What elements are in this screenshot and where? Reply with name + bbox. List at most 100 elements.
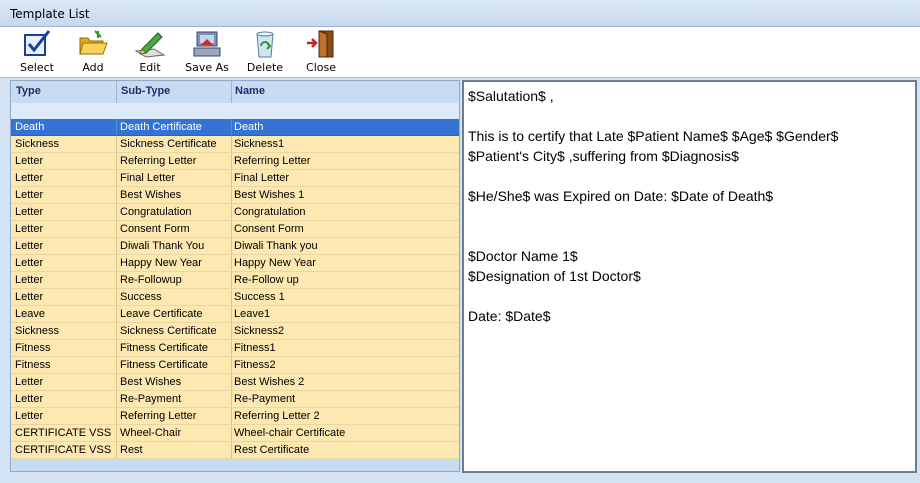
edit-button[interactable]: Edit xyxy=(125,27,175,77)
cell-divider xyxy=(116,170,117,186)
table-row[interactable]: Letter Consent Form Consent Form xyxy=(11,221,459,238)
cell-divider xyxy=(231,170,232,186)
preview-line: This is to certify that Late $Patient Na… xyxy=(468,128,839,144)
delete-button[interactable]: Delete xyxy=(240,27,290,77)
cell-subtype: Success xyxy=(120,291,162,303)
cell-divider xyxy=(231,442,232,458)
cell-type: Sickness xyxy=(15,325,60,337)
cell-divider xyxy=(231,238,232,254)
table-row[interactable]: Letter Referring Letter Referring Letter 2 xyxy=(11,408,459,425)
cell-type: Letter xyxy=(15,189,44,201)
table-row[interactable]: Sickness Sickness Certificate Sickness1 xyxy=(11,136,459,153)
cell-subtype: Best Wishes xyxy=(120,189,182,201)
column-header-name[interactable]: Name xyxy=(235,85,265,97)
cell-subtype: Final Letter xyxy=(120,172,176,184)
table-row[interactable]: Leave Leave Certificate Leave1 xyxy=(11,306,459,323)
cell-divider xyxy=(231,204,232,220)
grid-rows: Death Death Certificate Death Sickness Sickn… xyxy=(11,119,459,459)
table-row[interactable]: CERTIFICATE VSS Rest Rest Certificate xyxy=(11,442,459,459)
cell-name: Re-Follow up xyxy=(234,274,299,286)
add-label: Add xyxy=(82,61,104,74)
table-row[interactable]: CERTIFICATE VSS Wheel-Chair Wheel-chair Ce… xyxy=(11,425,459,442)
recycle-bin-icon xyxy=(256,31,274,58)
table-row[interactable]: Letter Best Wishes Best Wishes 1 xyxy=(11,187,459,204)
cell-divider xyxy=(116,391,117,407)
table-row[interactable]: Letter Happy New Year Happy New Year xyxy=(11,255,459,272)
table-row[interactable]: Letter Best Wishes Best Wishes 2 xyxy=(11,374,459,391)
table-row[interactable]: Letter Success Success 1 xyxy=(11,289,459,306)
cell-divider xyxy=(231,306,232,322)
cell-subtype: Sickness Certificate xyxy=(120,325,217,337)
cell-divider xyxy=(231,323,232,339)
cell-subtype: Sickness Certificate xyxy=(120,138,217,150)
cell-type: Letter xyxy=(15,223,44,235)
cell-divider xyxy=(116,221,117,237)
table-row[interactable]: Sickness Sickness Certificate Sickness2 xyxy=(11,323,459,340)
cell-divider xyxy=(231,408,232,424)
table-row[interactable]: Letter Diwali Thank You Diwali Thank you xyxy=(11,238,459,255)
save-as-button[interactable]: Save As xyxy=(182,27,232,77)
column-divider[interactable] xyxy=(231,81,232,103)
cell-name: Success 1 xyxy=(234,291,285,303)
add-button[interactable]: Add xyxy=(68,27,118,77)
cell-subtype: Re-Payment xyxy=(120,393,182,405)
cell-subtype: Fitness Certificate xyxy=(120,359,209,371)
delete-label: Delete xyxy=(246,61,284,74)
table-row[interactable]: Letter Final Letter Final Letter xyxy=(11,170,459,187)
cell-type: Letter xyxy=(15,155,44,167)
cell-divider xyxy=(116,306,117,322)
cell-divider xyxy=(116,323,117,339)
table-row[interactable]: Fitness Fitness Certificate Fitness2 xyxy=(11,357,459,374)
cell-name: Rest Certificate xyxy=(234,444,310,456)
cell-name: Diwali Thank you xyxy=(234,240,318,252)
cell-type: CERTIFICATE VSS xyxy=(15,444,112,456)
cell-subtype: Happy New Year xyxy=(120,257,202,269)
cell-name: Fitness2 xyxy=(234,359,276,371)
cell-divider xyxy=(231,221,232,237)
filter-row[interactable] xyxy=(11,103,459,120)
table-row[interactable]: Letter Referring Letter Referring Letter xyxy=(11,153,459,170)
cell-type: Leave xyxy=(15,308,45,320)
cell-divider xyxy=(231,374,232,390)
cell-divider xyxy=(116,153,117,169)
cell-subtype: Leave Certificate xyxy=(120,308,203,320)
cell-divider xyxy=(231,425,232,441)
cell-name: Sickness1 xyxy=(234,138,285,150)
pencil-edit-icon xyxy=(134,32,166,58)
column-header-subtype[interactable]: Sub-Type xyxy=(121,85,170,97)
cell-subtype: Diwali Thank You xyxy=(120,240,205,252)
cell-type: Letter xyxy=(15,291,44,303)
column-header-type[interactable]: Type xyxy=(16,85,41,97)
cell-divider xyxy=(116,340,117,356)
cell-name: Fitness1 xyxy=(234,342,276,354)
template-preview[interactable]: $Salutation$ , This is to certify that L… xyxy=(462,80,917,473)
preview-line: Date: $Date$ xyxy=(468,308,551,324)
column-divider[interactable] xyxy=(116,81,117,103)
cell-subtype: Death Certificate xyxy=(120,121,202,133)
cell-divider xyxy=(116,374,117,390)
table-row[interactable]: Death Death Certificate Death xyxy=(11,119,459,136)
window-title: Template List xyxy=(10,7,90,21)
preview-line: $Doctor Name 1$ xyxy=(468,248,578,264)
cell-type: Letter xyxy=(15,206,44,218)
close-button[interactable]: Close xyxy=(296,27,346,77)
table-row[interactable]: Fitness Fitness Certificate Fitness1 xyxy=(11,340,459,357)
cell-name: Best Wishes 1 xyxy=(234,189,305,201)
cell-divider xyxy=(231,255,232,271)
cell-type: Death xyxy=(15,121,45,133)
cell-name: Referring Letter xyxy=(234,155,311,167)
cell-divider xyxy=(116,119,117,135)
table-row[interactable]: Letter Congratulation Congratulation xyxy=(11,204,459,221)
cell-divider xyxy=(231,272,232,288)
preview-line: $Patient's City$ ,suffering from $Diagno… xyxy=(468,148,739,164)
cell-subtype: Referring Letter xyxy=(120,410,197,422)
table-row[interactable]: Letter Re-Followup Re-Follow up xyxy=(11,272,459,289)
cell-type: Letter xyxy=(15,376,44,388)
select-button[interactable]: Select xyxy=(12,27,62,77)
cell-divider xyxy=(231,340,232,356)
cell-type: Letter xyxy=(15,274,44,286)
cell-divider xyxy=(231,119,232,135)
cell-divider xyxy=(116,408,117,424)
table-row[interactable]: Letter Re-Payment Re-Payment xyxy=(11,391,459,408)
template-grid[interactable]: Type Sub-Type Name Death Death Certificat… xyxy=(10,80,460,472)
